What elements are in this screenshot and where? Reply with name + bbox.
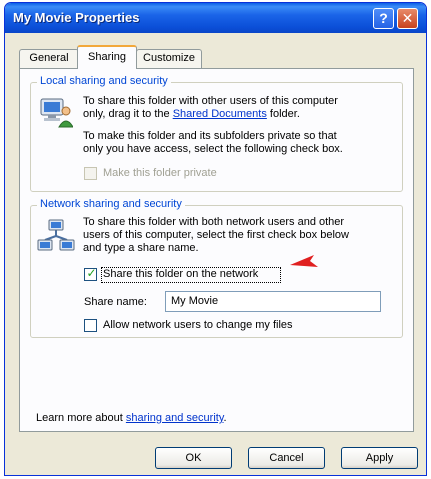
window-title: My Movie Properties xyxy=(13,10,140,25)
network-sharing-legend: Network sharing and security xyxy=(37,198,185,210)
share-folder-checkbox[interactable]: ✓ xyxy=(84,266,97,281)
checkmark-icon: ✓ xyxy=(86,266,97,280)
close-button[interactable]: ✕ xyxy=(397,8,418,29)
sharing-tab-panel: Local sharing and security To share this… xyxy=(19,68,414,432)
network-desc: To share this folder with both network u… xyxy=(83,216,349,255)
local-desc-line1: To share this folder with other users of… xyxy=(83,95,338,107)
title-bar[interactable]: My Movie Properties ? ✕ xyxy=(5,3,426,33)
make-private-checkbox[interactable] xyxy=(84,167,97,180)
private-desc: To make this folder and its subfolders p… xyxy=(83,130,343,156)
local-sharing-group: Local sharing and security To share this… xyxy=(30,75,403,192)
shared-documents-link[interactable]: Shared Documents xyxy=(173,108,267,120)
cancel-button[interactable]: Cancel xyxy=(248,447,325,469)
ok-button[interactable]: OK xyxy=(155,447,232,469)
local-desc-line2: only, drag it to the Shared Documents fo… xyxy=(83,108,300,120)
local-desc: To share this folder with other users of… xyxy=(83,95,338,121)
help-button[interactable]: ? xyxy=(373,8,394,29)
close-icon: ✕ xyxy=(401,10,414,26)
private-desc-line2: only you have access, select the followi… xyxy=(83,143,343,155)
help-icon: ? xyxy=(379,10,388,26)
computer-users-icon xyxy=(40,98,73,128)
allow-change-checkbox[interactable] xyxy=(84,319,97,332)
tab-general[interactable]: General xyxy=(19,49,79,68)
share-folder-label[interactable]: Share this folder on the network xyxy=(103,268,258,281)
network-desc-line1: To share this folder with both network u… xyxy=(83,216,345,228)
annotation-arrow-icon xyxy=(290,255,318,267)
share-name-value: My Movie xyxy=(171,295,219,307)
network-icon xyxy=(37,219,75,251)
properties-dialog: My Movie Properties ? ✕ General Sharing … xyxy=(4,2,427,476)
apply-button[interactable]: Apply xyxy=(341,447,418,469)
tab-customize[interactable]: Customize xyxy=(136,49,202,68)
learn-more: Learn more about sharing and security. xyxy=(36,412,227,424)
share-name-input[interactable]: My Movie xyxy=(165,291,381,312)
sharing-security-link[interactable]: sharing and security xyxy=(126,412,224,424)
network-sharing-group: Network sharing and security To share th… xyxy=(30,198,403,338)
share-name-label: Share name: xyxy=(84,296,147,308)
local-sharing-legend: Local sharing and security xyxy=(37,75,171,87)
network-desc-line2: users of this computer, select the first… xyxy=(83,229,349,241)
make-private-label: Make this folder private xyxy=(103,167,217,179)
tab-sharing[interactable]: Sharing xyxy=(77,45,137,69)
private-desc-line1: To make this folder and its subfolders p… xyxy=(83,130,337,142)
allow-change-label[interactable]: Allow network users to change my files xyxy=(103,319,293,332)
